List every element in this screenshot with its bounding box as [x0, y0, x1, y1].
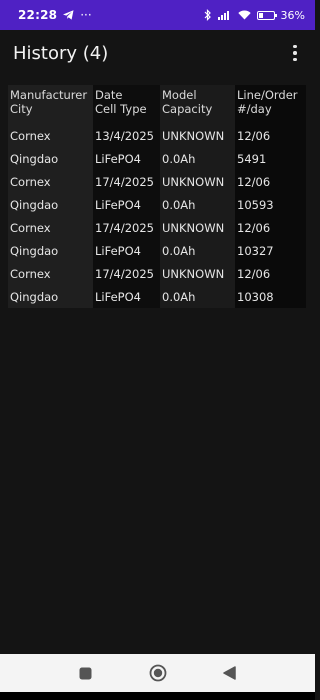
battery-percent: 36% — [280, 8, 305, 22]
header-label: City — [10, 102, 33, 116]
telegram-icon — [63, 10, 74, 20]
date-celltype-cell: 17/4/2025 — [95, 175, 154, 189]
app-bar: History (4) — [0, 30, 315, 76]
date-celltype-cell: LiFePO4 — [95, 243, 141, 258]
model-capacity-cell: 0.0Ah — [162, 151, 196, 166]
table-row-line: Qingdao LiFePO4 0.0Ah 10327 — [8, 239, 306, 262]
table-row-line: Cornex 17/4/2025 UNKNOWN 12/06 — [8, 171, 306, 193]
table-row-line: Qingdao LiFePO4 0.0Ah 10593 — [8, 193, 306, 216]
date-celltype-cell: 17/4/2025 — [95, 267, 154, 281]
model-capacity-cell: 0.0Ah — [162, 197, 196, 212]
line-order-cell: 12/06 — [237, 267, 271, 281]
table-row-line: Cornex 13/4/2025 UNKNOWN 12/06 — [8, 125, 306, 147]
table-row[interactable]: Cornex 17/4/2025 UNKNOWN 12/06 Qingdao LiFePO… — [8, 170, 306, 216]
table-row-line: Cornex 17/4/2025 UNKNOWN 12/06 — [8, 263, 306, 285]
model-capacity-cell: UNKNOWN — [162, 175, 225, 189]
table-row-line: Cornex 17/4/2025 UNKNOWN 12/06 — [8, 217, 306, 239]
date-celltype-cell: 13/4/2025 — [95, 129, 154, 143]
table-row[interactable]: Cornex 17/4/2025 UNKNOWN 12/06 Qingdao LiFePO… — [8, 216, 306, 262]
home-circle-icon[interactable] — [147, 662, 169, 684]
header-line-order: Line/Order #/day — [235, 88, 306, 116]
table-row-line: Qingdao LiFePO4 0.0Ah 5491 — [8, 147, 306, 170]
wifi-icon — [237, 10, 251, 20]
date-celltype-cell: LiFePO4 — [95, 289, 141, 304]
manufacturer-city-cell: Qingdao — [10, 243, 59, 258]
header-model-capacity: Model Capacity — [160, 88, 235, 116]
overflow-menu-icon[interactable] — [285, 39, 305, 67]
manufacturer-city-cell: Cornex — [10, 267, 51, 281]
line-order-cell: 5491 — [237, 151, 267, 166]
line-order-cell: 10327 — [237, 243, 274, 258]
line-order-cell: 12/06 — [237, 129, 271, 143]
header-manufacturer-city: Manufacturer City — [8, 88, 93, 116]
line-order-cell: 10593 — [237, 197, 274, 212]
model-capacity-cell: 0.0Ah — [162, 289, 196, 304]
manufacturer-city-cell: Cornex — [10, 221, 51, 235]
manufacturer-city-cell: Qingdao — [10, 197, 59, 212]
line-order-cell: 12/06 — [237, 175, 271, 189]
table-row[interactable]: Cornex 17/4/2025 UNKNOWN 12/06 Qingdao LiFePO… — [8, 262, 306, 308]
manufacturer-city-cell: Cornex — [10, 175, 51, 189]
model-capacity-cell: 0.0Ah — [162, 243, 196, 258]
model-capacity-cell: UNKNOWN — [162, 221, 225, 235]
line-order-cell: 10308 — [237, 289, 274, 304]
status-more-indicator: ··· — [80, 8, 92, 22]
status-bar: 22:28 ··· 36% — [0, 0, 315, 30]
header-label: Date — [95, 88, 123, 102]
manufacturer-city-cell: Cornex — [10, 129, 51, 143]
date-celltype-cell: LiFePO4 — [95, 197, 141, 212]
manufacturer-city-cell: Qingdao — [10, 289, 59, 304]
system-nav-bar — [0, 654, 315, 692]
status-time: 22:28 — [18, 8, 58, 22]
header-label: Cell Type — [95, 102, 147, 116]
battery-icon — [256, 10, 277, 20]
table-row-line: Qingdao LiFePO4 0.0Ah 10308 — [8, 285, 306, 308]
manufacturer-city-cell: Qingdao — [10, 151, 59, 166]
signal-icon — [217, 10, 232, 20]
header-label: Line/Order — [237, 88, 298, 102]
header-date-celltype: Date Cell Type — [93, 88, 160, 116]
date-celltype-cell: 17/4/2025 — [95, 221, 154, 235]
header-label: Model — [162, 88, 197, 102]
date-celltype-cell: LiFePO4 — [95, 151, 141, 166]
table-header: Manufacturer City Date Cell Type Model C… — [8, 85, 306, 124]
header-label: Capacity — [162, 102, 213, 116]
header-label: Manufacturer — [10, 88, 88, 102]
history-table: Manufacturer City Date Cell Type Model C… — [8, 85, 306, 308]
back-triangle-icon[interactable] — [219, 662, 241, 684]
header-label: #/day — [237, 102, 272, 116]
model-capacity-cell: UNKNOWN — [162, 129, 225, 143]
table-row[interactable]: Cornex 13/4/2025 UNKNOWN 12/06 Qingdao LiFePO… — [8, 124, 306, 170]
bottom-strip — [0, 692, 315, 700]
recents-square-icon[interactable] — [75, 662, 97, 684]
bluetooth-icon — [204, 9, 212, 21]
line-order-cell: 12/06 — [237, 221, 271, 235]
model-capacity-cell: UNKNOWN — [162, 267, 225, 281]
page-title: History (4) — [13, 42, 109, 64]
